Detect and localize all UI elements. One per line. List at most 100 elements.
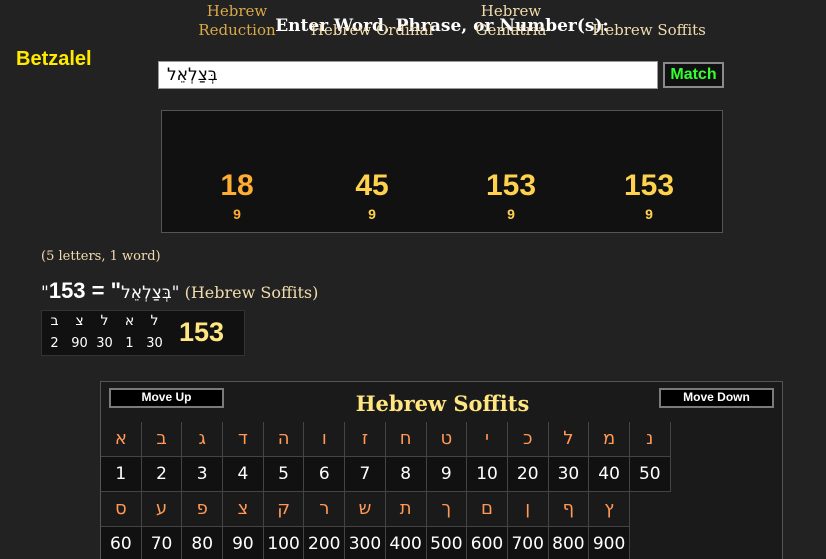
cipher-value: 18 xyxy=(220,169,254,202)
breakdown-letter: ל xyxy=(150,313,159,329)
cipher-root: 9 xyxy=(645,206,653,222)
chart-letter-cell: ו xyxy=(304,422,346,457)
entry-input[interactable] xyxy=(158,61,658,89)
chart-value-cell: 500 xyxy=(426,527,468,559)
chart-value-cell: 2 xyxy=(141,457,183,492)
grid-row-letters: אבגדהוזחטיכלמנ xyxy=(101,422,671,457)
chart-letter-cell: מ xyxy=(589,422,630,457)
chart-letter-cell: ך xyxy=(426,492,468,527)
chart-value-cell: 3 xyxy=(182,457,224,492)
chart-value-cell: 40 xyxy=(589,457,630,492)
chart-letter-cell: ם xyxy=(467,492,508,527)
chart-value-cell: 80 xyxy=(182,527,224,559)
chart-value-cell: 300 xyxy=(345,527,386,559)
chart-letter-cell: ת xyxy=(385,492,427,527)
cipher-chart: Move Up Hebrew Soffits Move Down אבגדהוז… xyxy=(100,381,783,559)
chart-letter-cell: ץ xyxy=(589,492,630,527)
breakdown-letter: א xyxy=(124,313,135,329)
chart-letter-cell: ג xyxy=(182,422,224,457)
side-title: Betzalel xyxy=(16,48,92,70)
chart-value-cell: 6 xyxy=(304,457,346,492)
quote-mark: " xyxy=(171,283,180,303)
result-equation: "153 = "בְּצַלְאֵל" (Hebrew Soffits) xyxy=(41,278,318,304)
match-button[interactable]: Match xyxy=(663,62,724,88)
chart-letter-cell: ח xyxy=(385,422,427,457)
chart-letter-cell: פ xyxy=(182,492,224,527)
chart-letter-cell: נ xyxy=(629,422,671,457)
chart-value-cell: 4 xyxy=(223,457,264,492)
chart-value-cell: 1 xyxy=(101,457,142,492)
chart-value-cell: 30 xyxy=(548,457,590,492)
chart-letter-cell: ע xyxy=(141,492,183,527)
cipher-results: Hebrew Reduction 18 9 Hebrew Ordinal 45 9… xyxy=(161,2,723,233)
chart-letter-cell: ס xyxy=(101,492,142,527)
breakdown-values: 2 90 30 1 30 xyxy=(42,336,167,351)
quote-mark: " xyxy=(41,283,49,303)
cipher-root: 9 xyxy=(507,206,515,222)
cipher-label: Hebrew Reduction xyxy=(198,2,276,39)
breakdown-value: 30 xyxy=(146,336,163,351)
breakdown-value: 1 xyxy=(125,336,134,351)
chart-letter-cell: ף xyxy=(548,492,590,527)
chart-letter-cell: ב xyxy=(141,422,183,457)
chart-letter-cell: י xyxy=(467,422,508,457)
chart-value-cell: 700 xyxy=(507,527,549,559)
chart-letter-cell: צ xyxy=(223,492,264,527)
chart-letter-cell: ש xyxy=(345,492,386,527)
chart-letter-cell: ק xyxy=(263,492,305,527)
chart-value-cell: 10 xyxy=(467,457,508,492)
cipher-value: 45 xyxy=(355,169,389,202)
cipher-value: 153 xyxy=(623,169,675,202)
cipher-root: 9 xyxy=(233,206,241,222)
equation-word: בְּצַלְאֵל xyxy=(121,283,172,303)
chart-letter-cell: ד xyxy=(223,422,264,457)
chart-value-cell: 900 xyxy=(589,527,630,559)
chart-letter-cell: א xyxy=(101,422,142,457)
chart-value-cell: 60 xyxy=(101,527,142,559)
chart-letter-cell: כ xyxy=(507,422,549,457)
chart-letter-cell: ה xyxy=(263,422,305,457)
cipher-value: 153 xyxy=(485,169,537,202)
grid-row-values: 1 2 3 4 5 6 7 8 9 10 20 30 40 50 xyxy=(101,457,671,492)
chart-value-cell: 600 xyxy=(467,527,508,559)
chart-value-cell: 70 xyxy=(141,527,183,559)
chart-letter-cell: ר xyxy=(304,492,346,527)
letter-breakdown: ב צ ל א ל 2 90 30 1 30 153 xyxy=(41,310,245,356)
chart-value-cell: 100 xyxy=(263,527,305,559)
breakdown-letter: ל xyxy=(100,313,109,329)
equation-cipher-name: (Hebrew Soffits) xyxy=(179,283,319,302)
chart-value-cell: 400 xyxy=(385,527,427,559)
breakdown-value: 2 xyxy=(50,336,59,351)
chart-letter-cell: ט xyxy=(426,422,468,457)
breakdown-total: 153 xyxy=(179,317,225,347)
chart-value-cell: 90 xyxy=(223,527,264,559)
cipher-label: Hebrew Ordinal xyxy=(310,21,434,39)
letter-word-count: (5 letters, 1 word) xyxy=(41,249,161,264)
cipher-label: Hebrew Gematria xyxy=(475,2,547,39)
chart-letter-cell: ז xyxy=(345,422,386,457)
chart-value-cell: 9 xyxy=(426,457,468,492)
chart-value-cell: 5 xyxy=(263,457,305,492)
chart-value-cell: 7 xyxy=(345,457,386,492)
breakdown-value: 90 xyxy=(71,336,88,351)
chart-letter-cell: ן xyxy=(507,492,549,527)
breakdown-letter: צ xyxy=(75,313,84,329)
breakdown-letter: ב xyxy=(50,313,59,329)
breakdown-value: 30 xyxy=(96,336,113,351)
chart-letter-cell: ל xyxy=(548,422,590,457)
chart-value-cell: 8 xyxy=(385,457,427,492)
chart-value-cell: 200 xyxy=(304,527,346,559)
grid-row-letters: סעפצקרשתךםןףץ xyxy=(101,492,671,527)
cipher-root: 9 xyxy=(368,206,376,222)
grid-row-values: 60 70 80 90 100 200 300 400 500 600 700 800 900 xyxy=(101,527,671,559)
chart-value-cell: 50 xyxy=(629,457,671,492)
cipher-label: Hebrew Soffits xyxy=(592,21,706,39)
equation-equals: = " xyxy=(85,278,122,303)
chart-value-cell: 20 xyxy=(507,457,549,492)
move-down-button[interactable]: Move Down xyxy=(659,388,774,408)
equation-number: 153 xyxy=(48,278,86,303)
breakdown-letters: ב צ ל א ל xyxy=(42,313,167,329)
chart-header: Move Up Hebrew Soffits Move Down xyxy=(101,382,784,422)
chart-grid: אבגדהוזחטיכלמנ 1 2 3 4 5 6 7 8 9 10 20 30 40 50 סעפצק… xyxy=(101,422,671,559)
chart-value-cell: 800 xyxy=(548,527,590,559)
